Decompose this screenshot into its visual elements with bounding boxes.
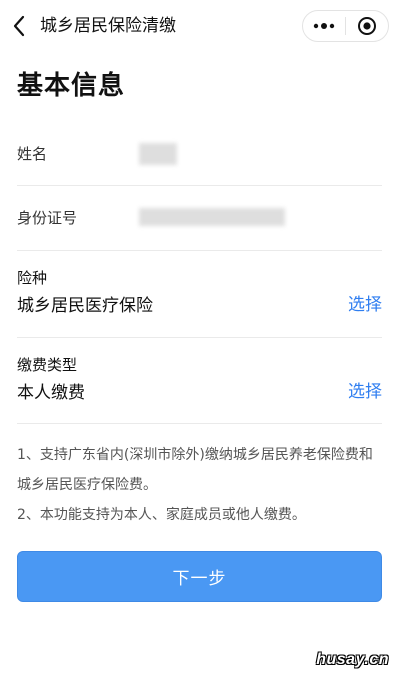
insurance-type-value: 城乡居民医疗保险	[17, 296, 153, 316]
payment-type-row[interactable]: 缴费类型 本人缴费 选择	[17, 355, 382, 411]
id-value-redacted	[139, 208, 285, 226]
watermark-text: husay.cn	[316, 651, 389, 668]
name-label: 姓名	[17, 145, 48, 163]
payment-select-link[interactable]: 选择	[348, 380, 382, 404]
more-dots-icon[interactable]	[303, 11, 345, 41]
note-item: 2、本功能支持为本人、家庭成员或他人缴费。	[17, 507, 306, 523]
divider	[17, 337, 382, 338]
target-circle-icon[interactable]	[346, 11, 388, 41]
divider	[17, 250, 382, 251]
chevron-left-icon[interactable]	[8, 12, 30, 40]
insurance-type-row[interactable]: 险种 城乡居民医疗保险 选择	[17, 268, 382, 324]
name-value-redacted	[139, 143, 177, 165]
insurance-select-link[interactable]: 选择	[348, 293, 382, 317]
divider	[17, 423, 382, 424]
navigation-bar: 城乡居民保险清缴	[0, 0, 399, 52]
payment-type-label: 缴费类型	[17, 356, 78, 374]
notes-section: 1、支持广东省内(深圳市除外)缴纳城乡居民养老保险费和城乡居民医疗保险费。 2、…	[17, 440, 385, 530]
page-title: 基本信息	[17, 71, 126, 101]
name-row: 姓名	[17, 144, 382, 164]
note-item: 1、支持广东省内(深圳市除外)缴纳城乡居民养老保险费和城乡居民医疗保险费。	[17, 447, 373, 493]
divider	[17, 185, 382, 186]
payment-type-value: 本人缴费	[17, 383, 85, 403]
mini-program-capsule	[302, 10, 389, 42]
nav-title: 城乡居民保险清缴	[40, 16, 176, 36]
insurance-type-label: 险种	[17, 269, 48, 287]
next-step-button[interactable]: 下一步	[17, 551, 382, 602]
